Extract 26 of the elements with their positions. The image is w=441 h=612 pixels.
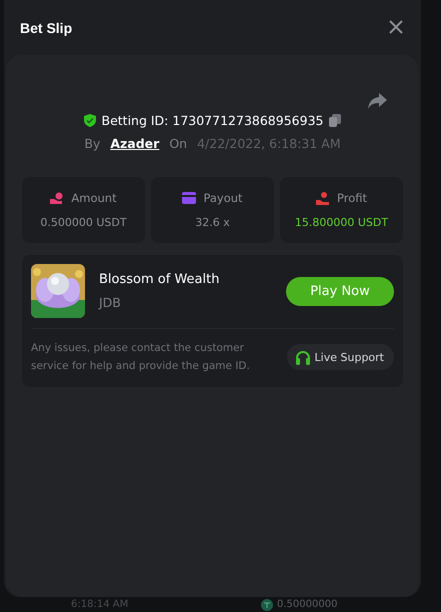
stat-value: 0.500000 USDT bbox=[40, 216, 127, 229]
card-icon bbox=[182, 192, 196, 204]
row-amount: 0.50000000 bbox=[277, 599, 338, 610]
headset-icon bbox=[294, 350, 311, 364]
row-time: 6:18:14 AM bbox=[71, 599, 130, 610]
hand-person-icon bbox=[316, 192, 330, 204]
copy-icon[interactable] bbox=[329, 114, 342, 127]
dialog-title: Bet Slip bbox=[20, 20, 72, 36]
game-provider: JDB bbox=[99, 295, 122, 310]
user-link[interactable]: Azader bbox=[110, 136, 160, 151]
stat-value: 15.800000 USDT bbox=[294, 216, 388, 229]
bet-date: 4/22/2022, 6:18:31 AM bbox=[197, 136, 341, 151]
stat-label: Profit bbox=[337, 191, 367, 205]
on-label: On bbox=[169, 136, 188, 151]
game-title: Blossom of Wealth bbox=[99, 272, 220, 287]
shield-check-icon bbox=[84, 114, 96, 127]
stat-value: 32.6 x bbox=[195, 216, 230, 229]
close-button[interactable] bbox=[389, 20, 405, 36]
stat-label: Payout bbox=[203, 191, 243, 205]
by-label: By bbox=[84, 136, 100, 151]
stat-label: Amount bbox=[71, 191, 117, 205]
share-icon[interactable] bbox=[368, 93, 387, 109]
live-support-button[interactable]: Live Support bbox=[286, 344, 394, 370]
coin-icon bbox=[261, 598, 273, 610]
help-text: Any issues, please contact the customer service for help and provide the game ID. bbox=[31, 341, 251, 374]
betting-id: Betting ID: 1730771273868956935 bbox=[102, 113, 324, 128]
